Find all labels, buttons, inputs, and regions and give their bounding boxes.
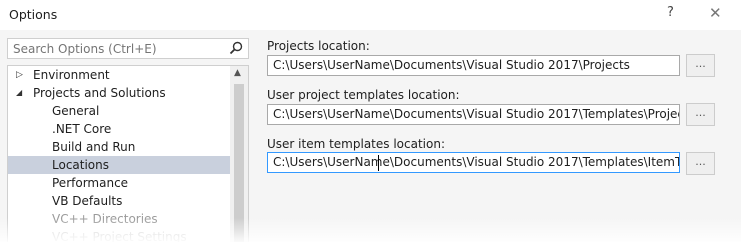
projects-location-label: Projects location: [267,39,370,53]
tree-item-vb-defaults[interactable]: VB Defaults [8,192,230,210]
tree-item-label: Build and Run [52,140,136,154]
projects-location-browse-button[interactable]: ... [686,54,715,77]
projects-location-input[interactable]: C:\Users\UserName\Documents\Visual Studi… [267,55,680,76]
project-templates-browse-button[interactable]: ... [686,103,715,126]
scroll-thumb[interactable] [234,84,244,242]
project-templates-location-value: C:\Users\UserName\Documents\Visual Studi… [273,107,679,121]
title-bar: Options ? ✕ [0,0,741,30]
scroll-up-icon[interactable]: ▲ [234,68,241,78]
tree-scrollbar[interactable]: ▲ [230,66,248,242]
tree-item-label: VC++ Project Settings [52,230,187,242]
search-input[interactable] [8,39,228,58]
expand-icon[interactable]: ▷ [16,66,23,84]
options-tree: ▷ Environment ◢ Projects and Solutions G… [7,65,249,242]
tree-item-label: .NET Core [52,122,112,136]
tree-item-label: Locations [52,158,110,172]
tree-item-label: General [52,104,100,118]
tree-item-locations[interactable]: Locations [8,156,230,174]
search-icon[interactable] [229,41,243,55]
item-templates-browse-button[interactable]: ... [686,152,715,175]
item-templates-location-value: C:\Users\UserName\Documents\Visual Studi… [273,155,680,169]
project-templates-location-input[interactable]: C:\Users\UserName\Documents\Visual Studi… [267,104,680,125]
tree-item-vc-directories[interactable]: VC++ Directories [8,210,230,228]
tree-item-net-core[interactable]: .NET Core [8,120,230,138]
tree-item-label: Projects and Solutions [33,86,166,100]
tree-item-label: VC++ Directories [52,212,158,226]
tree-item-label: Performance [52,176,129,190]
tree-item-label: Environment [33,68,110,82]
close-icon[interactable]: ✕ [709,4,722,22]
item-templates-location-input[interactable]: C:\Users\UserName\Documents\Visual Studi… [267,152,680,173]
projects-location-value: C:\Users\UserName\Documents\Visual Studi… [273,58,630,72]
tree-item-label: VB Defaults [52,194,123,208]
collapse-icon[interactable]: ◢ [16,84,22,102]
tree-item-vc-project-settings[interactable]: VC++ Project Settings [8,228,230,242]
tree-item-performance[interactable]: Performance [8,174,230,192]
options-dialog: Options ? ✕ ▷ Environment ◢ Projects and… [0,0,741,242]
text-caret [378,155,379,171]
search-box[interactable] [7,38,249,59]
tree-item-general[interactable]: General [8,102,230,120]
tree-item-build-and-run[interactable]: Build and Run [8,138,230,156]
tree-item-projects-and-solutions[interactable]: ◢ Projects and Solutions [8,84,230,102]
help-icon[interactable]: ? [667,5,674,20]
item-templates-location-label: User item templates location: [267,137,445,151]
window-title: Options [9,7,58,22]
tree-item-environment[interactable]: ▷ Environment [8,66,230,84]
project-templates-location-label: User project templates location: [267,88,460,102]
